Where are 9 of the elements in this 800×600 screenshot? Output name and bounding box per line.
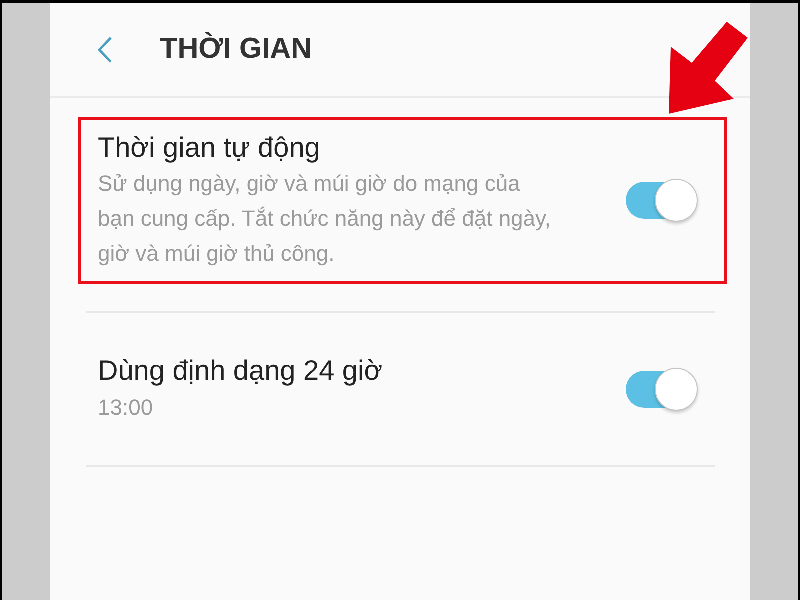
setting-summary: 13:00 — [98, 394, 154, 422]
chevron-left-icon — [98, 36, 112, 62]
toggle-switch[interactable] — [626, 179, 698, 222]
setting-summary: Sử dụng ngày, giờ và múi giờ do mạng của bạn cung cấp. Tắt chức năng này để đặt ngày, giờ và múi giờ thủ công. — [98, 170, 552, 268]
setting-title: Dùng định dạng 24 giờ — [98, 354, 383, 388]
toggle-switch[interactable] — [626, 368, 698, 411]
screen-title: THỜI GIAN — [160, 32, 312, 67]
back-button[interactable] — [98, 36, 112, 62]
setting-title: Thời gian tự động — [98, 131, 322, 165]
